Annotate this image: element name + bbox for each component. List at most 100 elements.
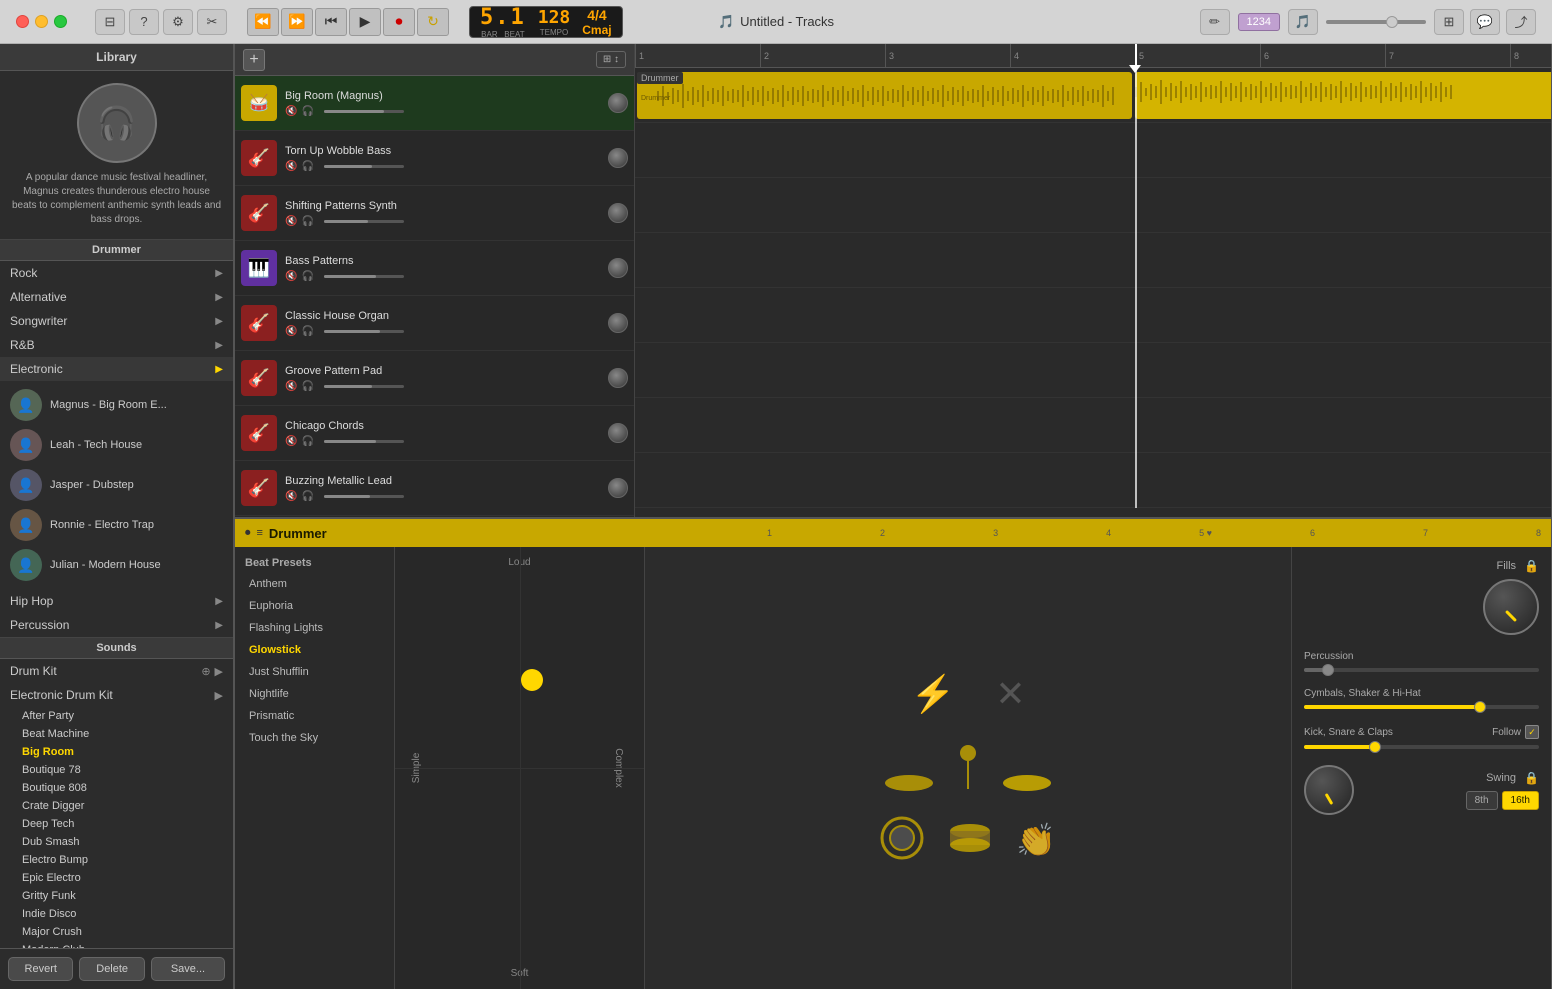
percussion-slider[interactable] — [1304, 668, 1539, 672]
sound-crate-digger[interactable]: Crate Digger — [12, 797, 233, 815]
mute-btn-synth[interactable]: 🔇 — [285, 216, 297, 227]
sound-modern-club[interactable]: Modern Club — [12, 941, 233, 948]
headphones-btn-wobble[interactable]: 🎧 — [301, 161, 313, 172]
sound-epic-electro[interactable]: Epic Electro — [12, 869, 233, 887]
instrument-cymbal[interactable] — [884, 773, 934, 796]
add-track-button[interactable]: + — [243, 49, 265, 71]
drummer-pad[interactable]: Loud Soft Simple Complex — [395, 547, 645, 989]
headphones-btn-bass[interactable]: 🎧 — [301, 271, 313, 282]
track-row-organ[interactable]: 🎸 Classic House Organ 🔇 🎧 — [235, 296, 634, 351]
pad-dot[interactable] — [521, 669, 543, 691]
sound-boutique-808[interactable]: Boutique 808 — [12, 779, 233, 797]
volume-slider-chicago[interactable] — [324, 440, 404, 443]
headphones-btn-chicago[interactable]: 🎧 — [301, 436, 313, 447]
mute-btn-bass[interactable]: 🔇 — [285, 271, 297, 282]
headphones-btn-groove[interactable]: 🎧 — [301, 381, 313, 392]
sound-dub-smash[interactable]: Dub Smash — [12, 833, 233, 851]
cymbals-slider[interactable] — [1304, 705, 1539, 709]
preset-nightlife[interactable]: Nightlife — [235, 683, 394, 705]
cycle-btn[interactable]: ↻ — [417, 8, 449, 36]
electronic-drum-kit-row[interactable]: Electronic Drum Kit ▶ — [0, 683, 233, 707]
mute-btn-wobble[interactable]: 🔇 — [285, 161, 297, 172]
headphones-btn-synth[interactable]: 🎧 — [301, 216, 313, 227]
drummer-entry-ronnie[interactable]: 👤 Ronnie - Electro Trap — [0, 505, 233, 545]
region-drummer-left[interactable]: Drummer — [637, 72, 1132, 119]
preset-touch-sky[interactable]: Touch the Sky — [235, 727, 394, 749]
sound-big-room[interactable]: Big Room — [12, 743, 233, 761]
category-hiphop[interactable]: Hip Hop ▶ — [0, 589, 233, 613]
browser-btn[interactable]: ⊞ — [1434, 9, 1464, 35]
pencil-btn[interactable]: ✏ — [1200, 9, 1230, 35]
save-button[interactable]: Save... — [151, 957, 225, 981]
track-knob-synth[interactable] — [608, 203, 628, 223]
sound-after-party[interactable]: After Party — [12, 707, 233, 725]
sound-beat-machine[interactable]: Beat Machine — [12, 725, 233, 743]
preset-prismatic[interactable]: Prismatic — [235, 705, 394, 727]
record-btn[interactable]: ⏺ — [383, 8, 415, 36]
category-rnb[interactable]: R&B ▶ — [0, 333, 233, 357]
track-row-drummer[interactable]: 🥁 Big Room (Magnus) 🔇 🎧 — [235, 76, 634, 131]
close-button[interactable] — [16, 15, 29, 28]
back-btn[interactable]: ⏮ — [315, 8, 347, 36]
mute-btn-groove[interactable]: 🔇 — [285, 381, 297, 392]
mute-btn-drummer[interactable]: 🔇 — [285, 106, 297, 117]
track-knob-chicago[interactable] — [608, 423, 628, 443]
preset-flashing[interactable]: Flashing Lights — [235, 617, 394, 639]
drummer-entry-magnus[interactable]: 👤 Magnus - Big Room E... — [0, 385, 233, 425]
category-percussion[interactable]: Percussion ▶ — [0, 613, 233, 637]
preset-anthem[interactable]: Anthem — [235, 573, 394, 595]
instrument-clap[interactable]: 👏 — [1016, 821, 1056, 859]
share-btn[interactable]: ⤴ — [1506, 9, 1536, 35]
library-btn[interactable]: ⊟ — [95, 9, 125, 35]
headphones-btn-drummer[interactable]: 🎧 — [301, 106, 313, 117]
smart-tempo-btn[interactable]: 1234 — [1238, 13, 1280, 31]
category-electronic[interactable]: Electronic ▶ — [0, 357, 233, 381]
mute-btn-organ[interactable]: 🔇 — [285, 326, 297, 337]
drummer-entry-leah[interactable]: 👤 Leah - Tech House — [0, 425, 233, 465]
instrument-snare[interactable] — [948, 823, 992, 856]
delete-button[interactable]: Delete — [79, 957, 144, 981]
play-btn[interactable]: ▶ — [349, 8, 381, 36]
note-16th[interactable]: 16th — [1502, 791, 1539, 810]
drummer-entry-jasper[interactable]: 👤 Jasper - Dubstep — [0, 465, 233, 505]
track-row-chicago[interactable]: 🎸 Chicago Chords 🔇 🎧 — [235, 406, 634, 461]
smart-controls-btn[interactable]: ⊞ ↕ — [596, 51, 626, 68]
scissors-btn[interactable]: ✂ — [197, 9, 227, 35]
track-row-synth[interactable]: 🎸 Shifting Patterns Synth 🔇 🎧 — [235, 186, 634, 241]
track-knob-wobble[interactable] — [608, 148, 628, 168]
instrument-shaker[interactable] — [958, 743, 978, 796]
sound-electro-bump[interactable]: Electro Bump — [12, 851, 233, 869]
track-knob-bass[interactable] — [608, 258, 628, 278]
sound-boutique-78[interactable]: Boutique 78 — [12, 761, 233, 779]
volume-slider-drummer[interactable] — [324, 110, 404, 113]
volume-slider-synth[interactable] — [324, 220, 404, 223]
volume-slider-groove[interactable] — [324, 385, 404, 388]
revert-button[interactable]: Revert — [8, 957, 73, 981]
minimize-button[interactable] — [35, 15, 48, 28]
preset-glowstick[interactable]: Glowstick — [235, 639, 394, 661]
track-row-buzzing[interactable]: 🎸 Buzzing Metallic Lead 🔇 🎧 — [235, 461, 634, 516]
sound-deep-tech[interactable]: Deep Tech — [12, 815, 233, 833]
fast-forward-btn[interactable]: ⏩ — [281, 8, 313, 36]
track-row-groove[interactable]: 🎸 Groove Pattern Pad 🔇 🎧 — [235, 351, 634, 406]
settings-btn[interactable]: ⚙ — [163, 9, 193, 35]
volume-slider-wobble[interactable] — [324, 165, 404, 168]
volume-slider-bass[interactable] — [324, 275, 404, 278]
category-alternative[interactable]: Alternative ▶ — [0, 285, 233, 309]
volume-slider-buzzing[interactable] — [324, 495, 404, 498]
sound-gritty-funk[interactable]: Gritty Funk — [12, 887, 233, 905]
track-knob-organ[interactable] — [608, 313, 628, 333]
help-btn[interactable]: ? — [129, 9, 159, 35]
maximize-button[interactable] — [54, 15, 67, 28]
sound-major-crush[interactable]: Major Crush — [12, 923, 233, 941]
volume-slider-organ[interactable] — [324, 330, 404, 333]
instrument-hihat[interactable] — [1002, 773, 1052, 796]
note-8th[interactable]: 8th — [1466, 791, 1498, 810]
metronome-btn[interactable]: 🎵 — [1288, 9, 1318, 35]
instrument-cross[interactable]: ✕ — [995, 673, 1025, 715]
fills-knob[interactable] — [1483, 579, 1539, 635]
track-knob-drummer[interactable] — [608, 93, 628, 113]
kick-slider[interactable] — [1304, 745, 1539, 749]
track-knob-groove[interactable] — [608, 368, 628, 388]
follow-check-input[interactable]: ✓ — [1525, 725, 1539, 739]
